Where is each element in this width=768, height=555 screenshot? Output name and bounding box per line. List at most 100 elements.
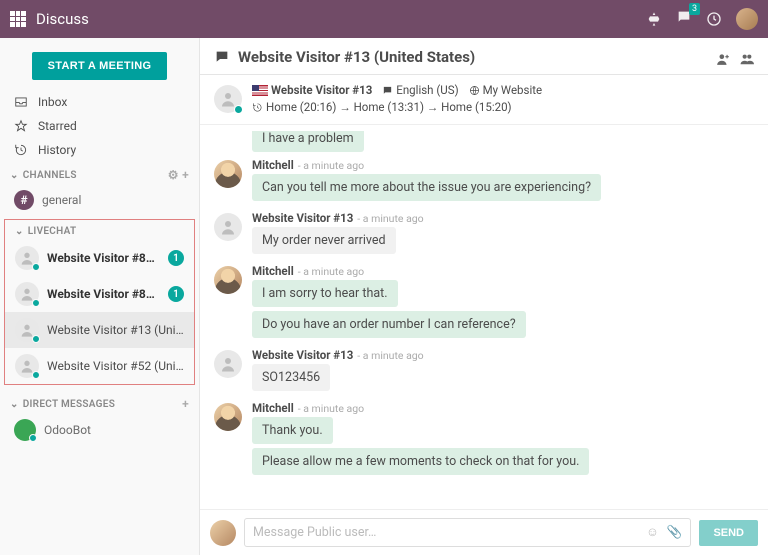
dm-odoobot[interactable]: OdooBot bbox=[0, 414, 199, 446]
odoobot-avatar bbox=[14, 419, 36, 441]
nav-inbox[interactable]: Inbox bbox=[0, 90, 199, 114]
message-bubble: Can you tell me more about the issue you… bbox=[252, 174, 601, 201]
visitor-avatar bbox=[15, 246, 39, 270]
add-channel-icon[interactable]: + bbox=[182, 168, 189, 182]
visitor-avatar bbox=[15, 318, 39, 342]
lang-icon bbox=[382, 85, 393, 96]
messages-icon[interactable]: 3 bbox=[676, 9, 692, 29]
history-icon bbox=[14, 143, 28, 157]
visitor-avatar bbox=[214, 350, 242, 378]
channels-header[interactable]: ⌄CHANNELS ⚙ + bbox=[0, 162, 199, 185]
livechat-item-13[interactable]: Website Visitor #13 (United St… bbox=[5, 312, 194, 348]
compose-avatar bbox=[210, 520, 236, 546]
globe-icon bbox=[469, 85, 480, 96]
visitor-avatar bbox=[15, 354, 39, 378]
message-bubble: Please allow me a few moments to check o… bbox=[252, 448, 589, 475]
send-button[interactable]: SEND bbox=[699, 520, 758, 546]
dm-label: OdooBot bbox=[44, 423, 91, 437]
visitor-avatar bbox=[15, 282, 39, 306]
livechat-section: ⌄LIVECHAT Website Visitor #81 (U… 1 Webs… bbox=[4, 219, 195, 385]
message-thread[interactable]: I have a problem Mitchell - a minute ago … bbox=[200, 125, 768, 509]
channel-label: general bbox=[42, 193, 81, 207]
input-placeholder: Message Public user… bbox=[253, 525, 376, 540]
visitor-name: Website Visitor #80 (U… bbox=[47, 287, 160, 301]
message-bubble: Thank you. bbox=[252, 417, 333, 444]
nav-history[interactable]: History bbox=[0, 138, 199, 162]
flag-icon bbox=[252, 85, 268, 96]
dm-header[interactable]: ⌄DIRECT MESSAGES + bbox=[0, 391, 199, 414]
livechat-item-81[interactable]: Website Visitor #81 (U… 1 bbox=[5, 240, 194, 276]
debug-icon[interactable] bbox=[646, 11, 662, 27]
attach-icon[interactable]: 📎 bbox=[667, 525, 683, 540]
nav-starred[interactable]: Starred bbox=[0, 114, 199, 138]
agent-avatar bbox=[214, 160, 242, 188]
message-time: - a minute ago bbox=[298, 159, 364, 172]
message-bubble: SO123456 bbox=[252, 364, 330, 391]
visitor-avatar-large bbox=[214, 85, 242, 113]
visitor-name: Website Visitor #13 (United St… bbox=[47, 323, 184, 337]
content-panel: Website Visitor #13 (United States) Webs… bbox=[200, 38, 768, 555]
message-bubble: I am sorry to hear that. bbox=[252, 280, 398, 307]
emoji-icon[interactable]: ☺ bbox=[646, 525, 659, 540]
message-group: Mitchell - a minute ago Can you tell me m… bbox=[214, 158, 754, 205]
thread-header: Website Visitor #13 (United States) bbox=[200, 38, 768, 75]
chevron-down-icon: ⌄ bbox=[10, 399, 19, 410]
sidebar: START A MEETING Inbox Starred History ⌄C… bbox=[0, 38, 200, 555]
nav-history-label: History bbox=[38, 143, 76, 157]
user-avatar[interactable] bbox=[736, 8, 758, 30]
message-bubble: My order never arrived bbox=[252, 227, 396, 254]
unread-badge: 1 bbox=[168, 250, 184, 266]
message-group: Mitchell - a minute ago Thank you. Please… bbox=[214, 401, 754, 479]
visitor-lang: English (US) bbox=[396, 83, 458, 97]
nav-inbox-label: Inbox bbox=[38, 95, 67, 109]
message-author: Mitchell bbox=[252, 158, 294, 172]
agent-avatar bbox=[214, 403, 242, 431]
message-group: Mitchell - a minute ago I am sorry to hea… bbox=[214, 264, 754, 342]
inbox-icon bbox=[14, 95, 28, 109]
message-bubble: Do you have an order number I can refere… bbox=[252, 311, 526, 338]
visitor-avatar bbox=[214, 213, 242, 241]
message-group: Website Visitor #13- a minute ago SO1234… bbox=[214, 348, 754, 395]
thread-title: Website Visitor #13 (United States) bbox=[214, 48, 475, 66]
nav-starred-label: Starred bbox=[38, 119, 77, 133]
add-user-icon[interactable] bbox=[716, 52, 730, 66]
chevron-down-icon: ⌄ bbox=[10, 170, 19, 181]
message-time: - a minute ago bbox=[298, 402, 364, 415]
history-icon bbox=[252, 102, 263, 113]
star-icon bbox=[14, 119, 28, 133]
members-icon[interactable] bbox=[740, 52, 754, 66]
message-count-badge: 3 bbox=[689, 3, 700, 15]
visitor-name: Website Visitor #52 (United St… bbox=[47, 359, 184, 373]
message-author: Website Visitor #13 bbox=[252, 211, 353, 225]
message-time: - a minute ago bbox=[357, 349, 423, 362]
message-input[interactable]: Message Public user… ☺ 📎 bbox=[244, 518, 691, 547]
apps-icon[interactable] bbox=[10, 11, 26, 27]
livechat-item-80[interactable]: Website Visitor #80 (U… 1 bbox=[5, 276, 194, 312]
message-time: - a minute ago bbox=[357, 212, 423, 225]
composer: Message Public user… ☺ 📎 SEND bbox=[200, 509, 768, 555]
message-group: Website Visitor #13 - a minute ago My ord… bbox=[214, 211, 754, 258]
add-dm-icon[interactable]: + bbox=[182, 397, 189, 411]
start-meeting-button[interactable]: START A MEETING bbox=[32, 52, 168, 80]
app-title: Discuss bbox=[36, 10, 89, 28]
message-author: Mitchell bbox=[252, 264, 294, 278]
topbar: Discuss 3 bbox=[0, 0, 768, 38]
visitor-name-meta: Website Visitor #13 bbox=[271, 83, 372, 97]
livechat-header[interactable]: ⌄LIVECHAT bbox=[5, 220, 194, 240]
message-author: Mitchell bbox=[252, 401, 294, 415]
chat-icon bbox=[214, 49, 230, 65]
livechat-item-52[interactable]: Website Visitor #52 (United St… bbox=[5, 348, 194, 384]
visitor-name: Website Visitor #81 (U… bbox=[47, 251, 160, 265]
visitor-meta: Website Visitor #13 English (US) My Webs… bbox=[200, 75, 768, 125]
channel-general[interactable]: # general bbox=[0, 185, 199, 215]
hash-icon: # bbox=[14, 190, 34, 210]
unread-badge: 1 bbox=[168, 286, 184, 302]
gear-icon[interactable]: ⚙ bbox=[168, 168, 179, 182]
message-time: - a minute ago bbox=[298, 265, 364, 278]
activity-icon[interactable] bbox=[706, 11, 722, 27]
visitor-path: Home (20:16) → Home (13:31) → Home (15:2… bbox=[266, 100, 512, 114]
visitor-site: My Website bbox=[483, 83, 543, 97]
chevron-down-icon: ⌄ bbox=[15, 226, 24, 237]
agent-avatar bbox=[214, 266, 242, 294]
message-bubble: I have a problem bbox=[252, 131, 364, 152]
